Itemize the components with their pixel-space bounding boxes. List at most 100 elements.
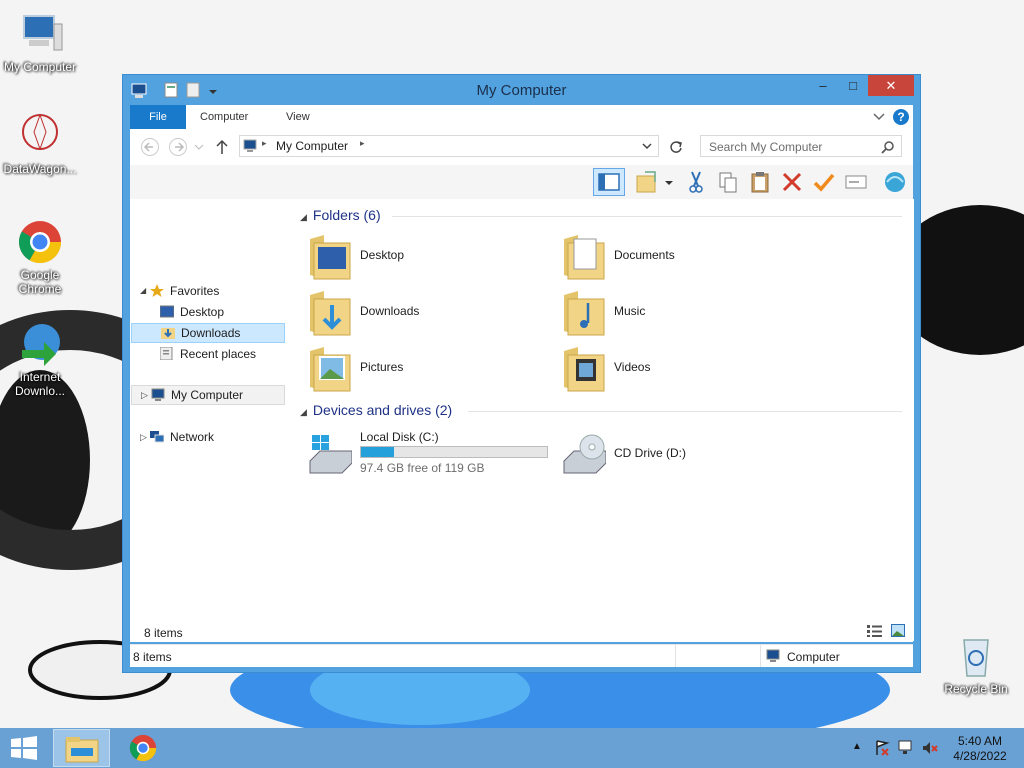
forward-button[interactable] <box>168 137 188 157</box>
search-icon[interactable] <box>881 140 895 154</box>
clock[interactable]: 5:40 AM 4/28/2022 <box>950 734 1010 764</box>
status-item-count: 8 items <box>133 650 172 664</box>
details-bar: 8 items <box>130 620 913 642</box>
desktop-icon-recycle-bin[interactable]: Recycle Bin <box>936 632 1016 696</box>
drive-item-d[interactable]: CD Drive (D:) <box>562 429 762 481</box>
folder-item-desktop[interactable]: Desktop <box>308 233 538 285</box>
preview-pane-icon[interactable] <box>593 168 625 196</box>
search-box[interactable]: Search My Computer <box>700 135 902 157</box>
properties-folder-icon[interactable] <box>635 170 659 194</box>
start-button[interactable] <box>9 736 39 760</box>
window-title: My Computer <box>476 82 567 99</box>
group-folders-header[interactable]: ◢ Folders (6) <box>300 207 904 223</box>
group-divider <box>392 216 902 217</box>
rename-icon[interactable] <box>844 170 868 194</box>
folder-item-videos[interactable]: Videos <box>562 345 792 397</box>
nav-item-downloads[interactable]: Downloads <box>131 323 285 343</box>
folder-item-pictures[interactable]: Pictures <box>308 345 538 397</box>
search-placeholder: Search My Computer <box>709 140 823 154</box>
collapse-arrow-icon[interactable]: ▷ <box>141 385 148 405</box>
computer-icon <box>16 10 64 58</box>
title-bar[interactable]: My Computer – □ ✕ <box>123 75 920 105</box>
taskbar-chrome-icon[interactable] <box>128 733 158 763</box>
downloads-folder-icon <box>310 291 351 336</box>
download-manager-icon <box>16 320 64 368</box>
group-divider <box>468 411 902 412</box>
nav-favorites[interactable]: ◢ Favorites <box>140 281 290 301</box>
tab-computer[interactable]: Computer <box>186 105 262 129</box>
status-divider <box>760 645 761 667</box>
volume-muted-icon[interactable] <box>922 740 938 756</box>
properties-dropdown-icon[interactable] <box>663 170 675 194</box>
tab-view[interactable]: View <box>272 105 324 129</box>
delete-icon[interactable] <box>780 170 804 194</box>
breadcrumb-chevron-icon[interactable]: ▸ <box>360 138 365 149</box>
pictures-folder-icon <box>310 347 351 392</box>
drive-c-name: Local Disk (C:) <box>360 430 439 444</box>
status-divider <box>675 645 676 667</box>
address-dropdown-icon[interactable] <box>642 142 652 150</box>
back-button[interactable] <box>140 137 160 157</box>
address-bar[interactable]: ▸ My Computer ▸ <box>239 135 659 157</box>
datawagon-icon <box>16 112 64 160</box>
collapse-group-icon[interactable]: ◢ <box>300 212 307 222</box>
nav-item-recent-places[interactable]: Recent places <box>160 344 286 364</box>
desktop-icon-internet-download-manager[interactable]: Internet Downlo... <box>0 320 80 398</box>
desktop-icon-my-computer[interactable]: My Computer <box>0 10 80 74</box>
up-button[interactable] <box>214 138 230 156</box>
drive-item-c[interactable]: Local Disk (C:) 97.4 GB free of 119 GB <box>308 429 548 481</box>
clock-time: 5:40 AM <box>957 734 1003 748</box>
maximize-button[interactable]: □ <box>838 75 868 96</box>
recycle-bin-icon <box>952 632 1000 680</box>
desktop-icon-chrome[interactable]: Google Chrome <box>0 218 80 296</box>
computer-icon <box>766 649 780 662</box>
check-icon[interactable] <box>812 170 836 194</box>
explorer-window: My Computer – □ ✕ File Computer View ? ▸… <box>122 74 921 673</box>
star-icon <box>150 284 164 297</box>
network-status-icon[interactable] <box>898 740 914 756</box>
copy-icon[interactable] <box>716 170 740 194</box>
folder-item-downloads[interactable]: Downloads <box>308 289 538 341</box>
shell-globe-icon[interactable] <box>883 170 907 194</box>
cd-drive-icon <box>563 434 606 474</box>
folder-item-documents[interactable]: Documents <box>562 233 792 285</box>
large-icons-view-icon[interactable] <box>891 624 905 638</box>
cut-icon[interactable] <box>684 170 708 194</box>
music-folder-icon <box>564 291 605 336</box>
nav-my-computer[interactable]: ▷ My Computer <box>131 385 285 405</box>
recent-places-icon <box>160 347 173 360</box>
show-hidden-icons-button[interactable]: ▲ <box>852 741 862 752</box>
group-devices-header[interactable]: ◢ Devices and drives (2) <box>300 402 904 418</box>
svg-text:?: ? <box>897 110 904 124</box>
status-location: Computer <box>787 650 840 664</box>
close-button[interactable]: ✕ <box>868 75 914 96</box>
desktop-folder-icon <box>310 235 351 280</box>
nav-network[interactable]: ▷ Network <box>140 427 286 447</box>
drive-c-usage-bar <box>360 446 548 458</box>
local-disk-icon <box>309 435 352 474</box>
expand-arrow-icon[interactable]: ▷ <box>140 427 147 447</box>
file-explorer-icon <box>65 737 99 763</box>
videos-folder-icon <box>564 347 605 392</box>
breadcrumb-separator-icon[interactable]: ▸ <box>262 138 267 149</box>
recent-locations-icon[interactable] <box>194 143 204 151</box>
item-count: 8 items <box>144 626 183 640</box>
minimize-button[interactable]: – <box>808 75 838 96</box>
expand-arrow-icon[interactable]: ◢ <box>140 281 146 301</box>
breadcrumb-location[interactable]: My Computer <box>276 139 348 153</box>
action-center-icon[interactable] <box>874 740 890 756</box>
details-view-icon[interactable] <box>867 625 883 637</box>
taskbar: ▲ 5:40 AM 4/28/2022 <box>0 728 1024 768</box>
taskbar-explorer-button[interactable] <box>53 729 110 767</box>
collapse-group-icon[interactable]: ◢ <box>300 407 307 417</box>
refresh-icon[interactable] <box>668 139 684 155</box>
tab-file[interactable]: File <box>130 105 186 129</box>
computer-icon <box>151 388 165 401</box>
desktop-icon-datawagon[interactable]: DataWagon... <box>0 112 80 176</box>
chrome-icon <box>16 218 64 266</box>
expand-ribbon-icon[interactable] <box>873 112 885 122</box>
folder-item-music[interactable]: Music <box>562 289 792 341</box>
nav-item-desktop[interactable]: Desktop <box>160 302 286 322</box>
paste-icon[interactable] <box>748 170 772 194</box>
help-icon[interactable]: ? <box>892 108 910 126</box>
